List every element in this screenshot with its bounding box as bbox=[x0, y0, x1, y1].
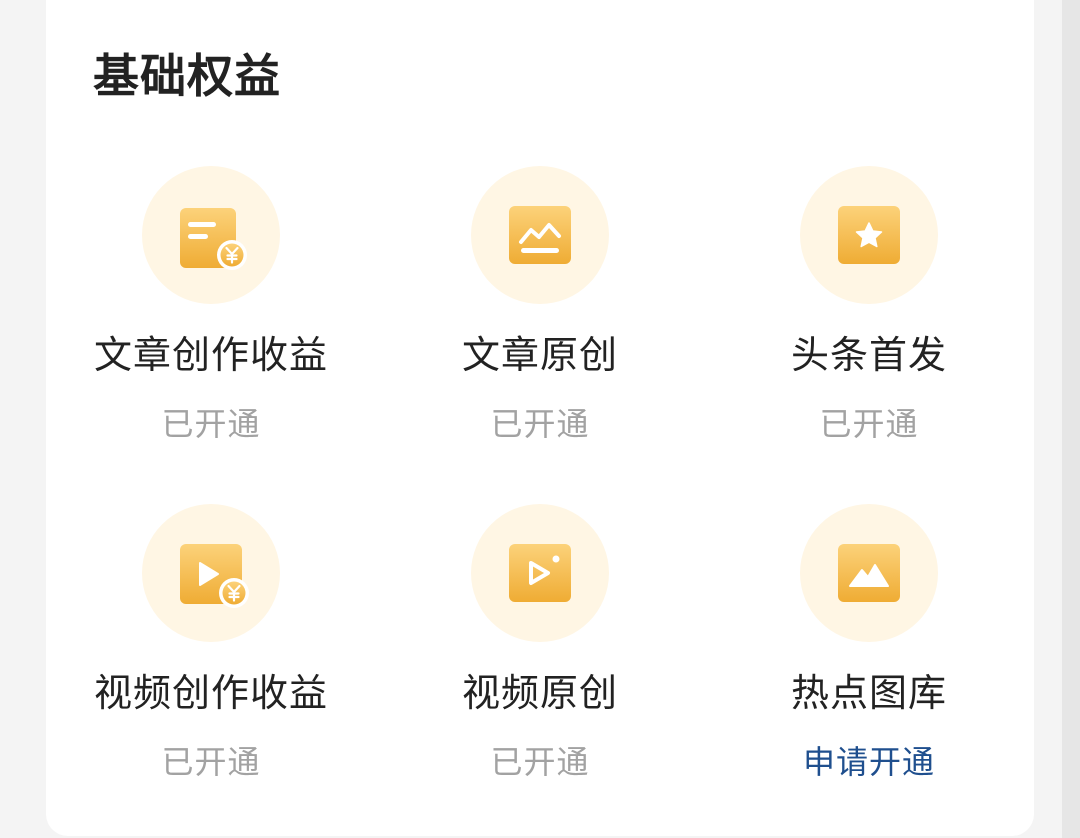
benefit-headline-first-release[interactable]: 头条首发 已开通 bbox=[704, 166, 1034, 456]
benefit-name: 热点图库 bbox=[790, 671, 947, 715]
image-library-icon bbox=[838, 544, 900, 602]
icon-badge bbox=[800, 504, 938, 642]
article-income-icon bbox=[180, 208, 247, 270]
icon-badge bbox=[471, 504, 609, 642]
benefit-video-original[interactable]: 视频原创 已开通 bbox=[375, 504, 705, 794]
benefit-article-original[interactable]: 文章原创 已开通 bbox=[375, 166, 705, 456]
video-income-icon bbox=[180, 544, 249, 608]
icon-badge bbox=[142, 166, 280, 304]
benefit-name: 文章创作收益 bbox=[93, 333, 328, 377]
benefit-status: 已开通 bbox=[490, 405, 590, 443]
benefit-hot-image-library[interactable]: 热点图库 申请开通 bbox=[704, 504, 1034, 794]
icon-badge bbox=[800, 166, 938, 304]
icon-badge bbox=[471, 166, 609, 304]
apply-button[interactable]: 申请开通 bbox=[704, 740, 1034, 784]
benefit-status: 已开通 bbox=[819, 405, 919, 443]
benefit-article-income[interactable]: 文章创作收益 已开通 bbox=[46, 166, 376, 456]
scrollbar-track[interactable] bbox=[1062, 0, 1080, 838]
star-icon bbox=[838, 206, 900, 264]
basic-benefits-card: 基础权益 文章创作收益 已开通 文章原创 已开通 头条首发 已开通 视频创作收益… bbox=[46, 0, 1034, 836]
icon-badge bbox=[142, 504, 280, 642]
benefit-status: 已开通 bbox=[490, 743, 590, 781]
benefit-status: 已开通 bbox=[161, 405, 261, 443]
benefit-status: 已开通 bbox=[161, 743, 261, 781]
benefit-name: 文章原创 bbox=[461, 333, 618, 377]
benefit-name: 视频创作收益 bbox=[93, 671, 328, 715]
section-title: 基础权益 bbox=[93, 49, 281, 103]
video-original-icon bbox=[509, 544, 571, 602]
article-original-icon bbox=[509, 206, 571, 264]
benefit-name: 视频原创 bbox=[461, 671, 618, 715]
benefit-name: 头条首发 bbox=[790, 333, 947, 377]
benefit-video-income[interactable]: 视频创作收益 已开通 bbox=[46, 504, 376, 794]
